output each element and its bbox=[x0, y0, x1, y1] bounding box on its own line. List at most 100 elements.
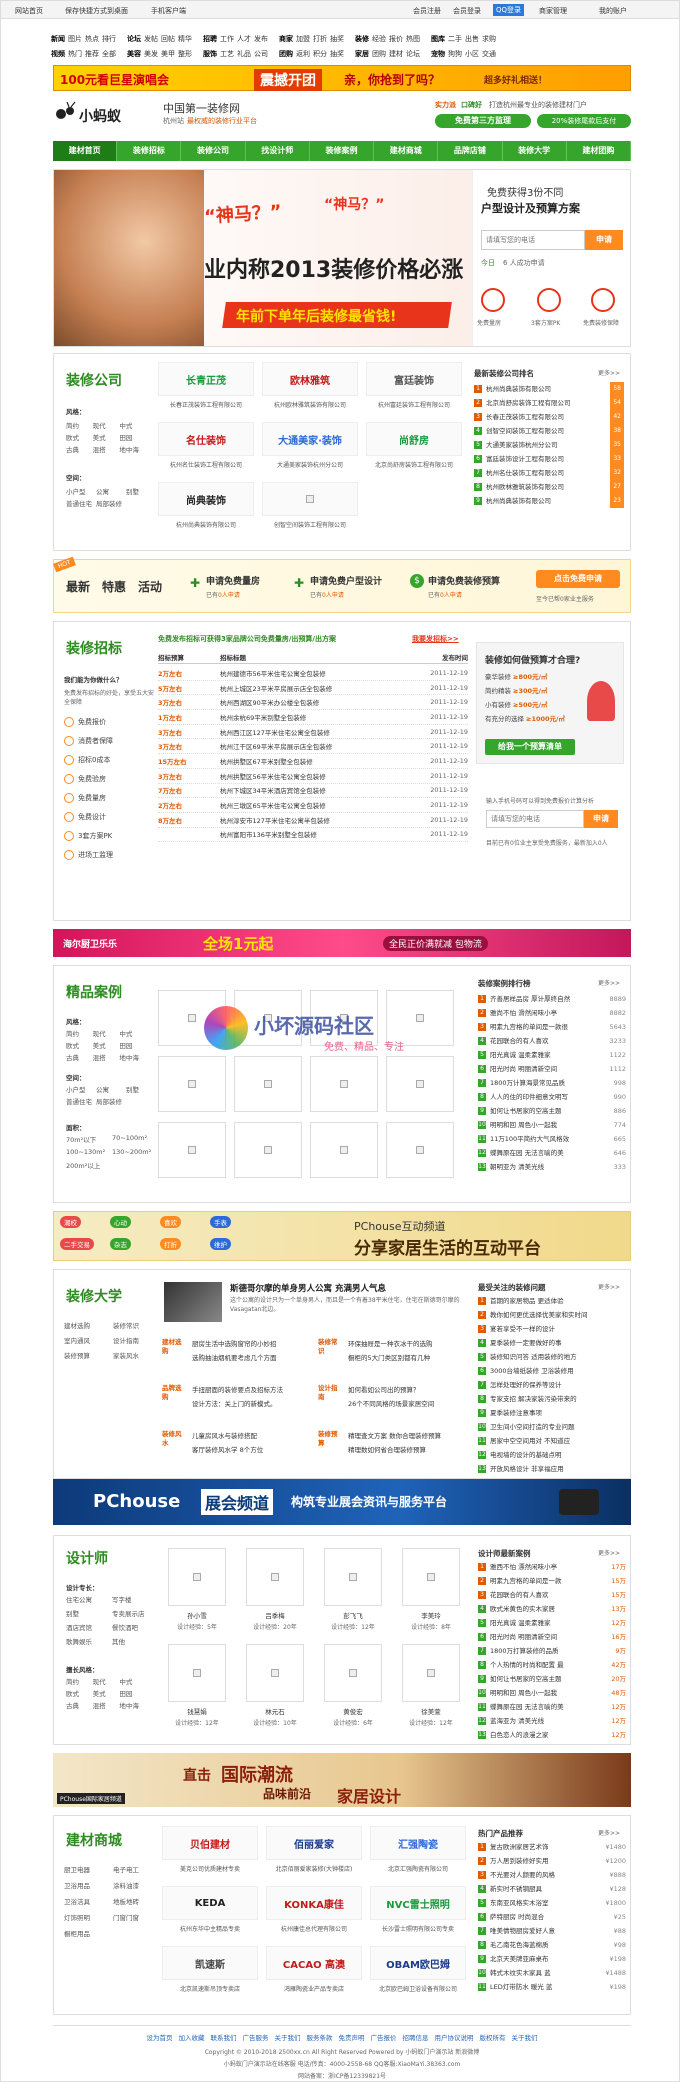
university-block-tag[interactable]: 装修风水 bbox=[162, 1430, 184, 1448]
university-article-link[interactable]: 手扭厨面的装修要点及招标方法 bbox=[192, 1384, 316, 1394]
brand-logo-tile[interactable]: NVC雷士照明 bbox=[370, 1886, 466, 1920]
company-style-filter[interactable]: 美式 bbox=[93, 432, 116, 442]
brand-logo-tile[interactable]: 汇强陶瓷 bbox=[370, 1826, 466, 1860]
university-category[interactable]: 设计指南 bbox=[113, 1335, 160, 1345]
mall-category[interactable]: 涂料油漆 bbox=[113, 1880, 160, 1890]
university-block-tag[interactable]: 设计指南 bbox=[318, 1384, 340, 1402]
rank-item[interactable]: 12 蓝海亚为 清美光线 12万 bbox=[478, 1714, 626, 1728]
bid-title[interactable]: 杭州拱墅区56平米住宅公寓全包装修 bbox=[220, 771, 420, 781]
company-style-filter[interactable]: 古典 bbox=[66, 444, 89, 454]
nav-link[interactable]: 热点 bbox=[85, 34, 99, 44]
cases-more-link[interactable]: 更多>> bbox=[598, 978, 620, 987]
rank-item[interactable]: 13 白色恋人的浪漫之家 12万 bbox=[478, 1728, 626, 1742]
banner3-bubble[interactable]: 杂志 bbox=[110, 1238, 131, 1250]
main-nav-item[interactable]: 装修案例 bbox=[310, 141, 375, 161]
main-nav-item[interactable]: 建材首页 bbox=[53, 141, 118, 161]
footer-link[interactable]: 用户协议说明 bbox=[435, 2032, 474, 2042]
mall-category[interactable]: 卫浴用品 bbox=[64, 1880, 111, 1890]
main-nav-item[interactable]: 装修招标 bbox=[117, 141, 182, 161]
bid-row[interactable]: 5万左右 杭州上城区23平米平房展示店全包装修 2011-12-19 bbox=[158, 681, 468, 696]
rank-item[interactable]: 9 杭州尚典装饰有限公司 23 bbox=[474, 494, 624, 508]
rank-item[interactable]: 11 LED灯带防水 暖光 蓝 ¥198 bbox=[478, 1980, 626, 1994]
case-area-filter[interactable]: 70m²以下 bbox=[66, 1134, 110, 1144]
university-article-link[interactable]: 精理查文方案 数你合理装修预算 bbox=[348, 1430, 472, 1440]
bid-row[interactable]: 3万左右 杭州西江区127平米住宅公寓全包装修 2011-12-19 bbox=[158, 725, 468, 740]
rank-item[interactable]: 9 如何让书居家的空高主题 886 bbox=[478, 1104, 626, 1118]
nav-link[interactable]: 工作 bbox=[220, 34, 234, 44]
university-category[interactable]: 建材选购 bbox=[64, 1320, 111, 1330]
supervision-button[interactable]: 免费第三方监理 bbox=[435, 114, 531, 128]
login-link[interactable]: 会员登录 bbox=[453, 6, 481, 16]
university-category[interactable]: 室内通风 bbox=[64, 1335, 111, 1345]
rank-item[interactable]: 4 夏季装修一定要做好的事 bbox=[478, 1336, 626, 1350]
rank-item[interactable]: 12 蝶舞原在园 无法言喻的美 646 bbox=[478, 1146, 626, 1160]
rank-item[interactable]: 6 萨特厨房 时尚混合 ¥25 bbox=[478, 1910, 626, 1924]
university-headline[interactable]: 斯德哥尔摩的单身男人公寓 充满男人气息 bbox=[230, 1282, 386, 1294]
designer-spec-filter[interactable]: 写字楼 bbox=[112, 1594, 156, 1604]
rank-item[interactable]: 6 阳光时尚 明丽清新空间 1112 bbox=[478, 1062, 626, 1076]
brand-caption[interactable]: 杭州康佳总代理有限公司 bbox=[264, 1924, 364, 1933]
case-thumb[interactable] bbox=[158, 1056, 226, 1112]
company-space-filter[interactable]: 别墅 bbox=[126, 486, 152, 496]
designer-name[interactable]: 林元石 bbox=[240, 1706, 310, 1716]
banner3-bubble[interactable]: 二手交易 bbox=[60, 1238, 94, 1250]
rank-item[interactable]: 8 杭州欧林雅筑装饰有限公司 27 bbox=[474, 480, 624, 494]
university-category[interactable]: 家装风水 bbox=[113, 1350, 160, 1360]
nav-link[interactable]: 二手 bbox=[448, 34, 462, 44]
case-style-filter[interactable]: 欧式 bbox=[66, 1040, 89, 1050]
university-article-link[interactable]: 环保抽屉是一种衣冰干的选购 bbox=[348, 1338, 472, 1348]
rank-item[interactable]: 6 3000台墙纸装修 卫浴装修用 bbox=[478, 1364, 626, 1378]
main-nav-item[interactable]: 找设计师 bbox=[246, 141, 310, 161]
rank-item[interactable]: 9 夏季装修注意事项 bbox=[478, 1406, 626, 1420]
bid-phone-input[interactable] bbox=[486, 810, 584, 828]
university-article-link[interactable]: 客厅装修风水学 8个方位 bbox=[192, 1444, 316, 1454]
brand-logo-tile[interactable]: 贝伯建材 bbox=[162, 1826, 258, 1860]
nav-link[interactable]: 建材 bbox=[389, 49, 403, 59]
university-article-link[interactable]: 儿童房风水与装修搭配 bbox=[192, 1430, 316, 1440]
university-article-link[interactable]: 如何看如公司出的预算？ bbox=[348, 1384, 472, 1394]
case-thumb[interactable] bbox=[158, 1122, 226, 1178]
designer-name[interactable]: 李美玲 bbox=[396, 1610, 466, 1620]
brand-logo-tile[interactable]: OBAM欧巴姆 bbox=[370, 1946, 466, 1980]
designer-style-filter[interactable]: 欧式 bbox=[66, 1688, 89, 1698]
company-style-filter[interactable]: 地中海 bbox=[119, 444, 142, 454]
rank-item[interactable]: 4 创智空间装饰工程有限公司 38 bbox=[474, 424, 624, 438]
case-style-filter[interactable]: 古典 bbox=[66, 1052, 89, 1062]
mall-category[interactable]: 电子电工 bbox=[113, 1864, 160, 1874]
nav-link[interactable]: 新闻 bbox=[51, 34, 65, 44]
case-area-filter[interactable]: 70~100m² bbox=[112, 1134, 156, 1144]
rank-item[interactable]: 8 毛乙南花色海蓝棉质 ¥98 bbox=[478, 1938, 626, 1952]
register-link[interactable]: 会员注册 bbox=[413, 6, 441, 16]
designer-avatar[interactable] bbox=[168, 1548, 226, 1606]
designer-style-filter[interactable]: 混搭 bbox=[93, 1700, 116, 1710]
designer-name[interactable]: 徐美萱 bbox=[396, 1706, 466, 1716]
rank-item[interactable]: 13 朝明亚为 清美光线 333 bbox=[478, 1160, 626, 1174]
mall-category[interactable]: 地板地砖 bbox=[113, 1896, 160, 1906]
rank-item[interactable]: 5 大通美家装饰杭州分公司 35 bbox=[474, 438, 624, 452]
rank-item[interactable]: 7 1800万打算装修的品质 9万 bbox=[478, 1644, 626, 1658]
nav-link[interactable]: 团购 bbox=[279, 49, 293, 59]
designer-avatar[interactable] bbox=[168, 1644, 226, 1702]
nav-link[interactable]: 礼品 bbox=[237, 49, 251, 59]
company-space-filter[interactable]: 小户型 bbox=[66, 486, 92, 496]
company-logo-tile[interactable]: 长青正茂 bbox=[158, 362, 254, 396]
brand-caption[interactable]: 长沙雷士照明有限公司专卖 bbox=[368, 1924, 468, 1933]
banner3-bubble[interactable]: 喜欢 bbox=[160, 1216, 181, 1228]
nav-link[interactable]: 美发 bbox=[144, 49, 158, 59]
mobile-client-link[interactable]: 手机客户端 bbox=[151, 6, 186, 16]
nav-link[interactable]: 加盟 bbox=[296, 34, 310, 44]
bid-benefit-item[interactable]: 进场工监理 bbox=[64, 845, 154, 864]
nav-link[interactable]: 论坛 bbox=[406, 49, 420, 59]
rank-item[interactable]: 1 雅西不怕 漂然闲味小亭 17万 bbox=[478, 1560, 626, 1574]
designer-avatar[interactable] bbox=[246, 1548, 304, 1606]
university-block-tag[interactable]: 装修常识 bbox=[318, 1338, 340, 1356]
designer-avatar[interactable] bbox=[324, 1548, 382, 1606]
merchant-menu[interactable]: 商家管理 bbox=[539, 6, 567, 16]
nav-link[interactable]: 美容 bbox=[127, 49, 141, 59]
designer-name[interactable]: 黄俊宏 bbox=[318, 1706, 388, 1716]
bid-benefit-item[interactable]: 免费量房 bbox=[64, 788, 154, 807]
company-caption[interactable]: 创智空间装饰工程有限公司 bbox=[260, 520, 360, 529]
designer-name[interactable]: 吕季梅 bbox=[240, 1610, 310, 1620]
nav-link[interactable]: 打折 bbox=[313, 34, 327, 44]
strip-apply-button[interactable]: 点击免费申请 bbox=[536, 570, 620, 588]
